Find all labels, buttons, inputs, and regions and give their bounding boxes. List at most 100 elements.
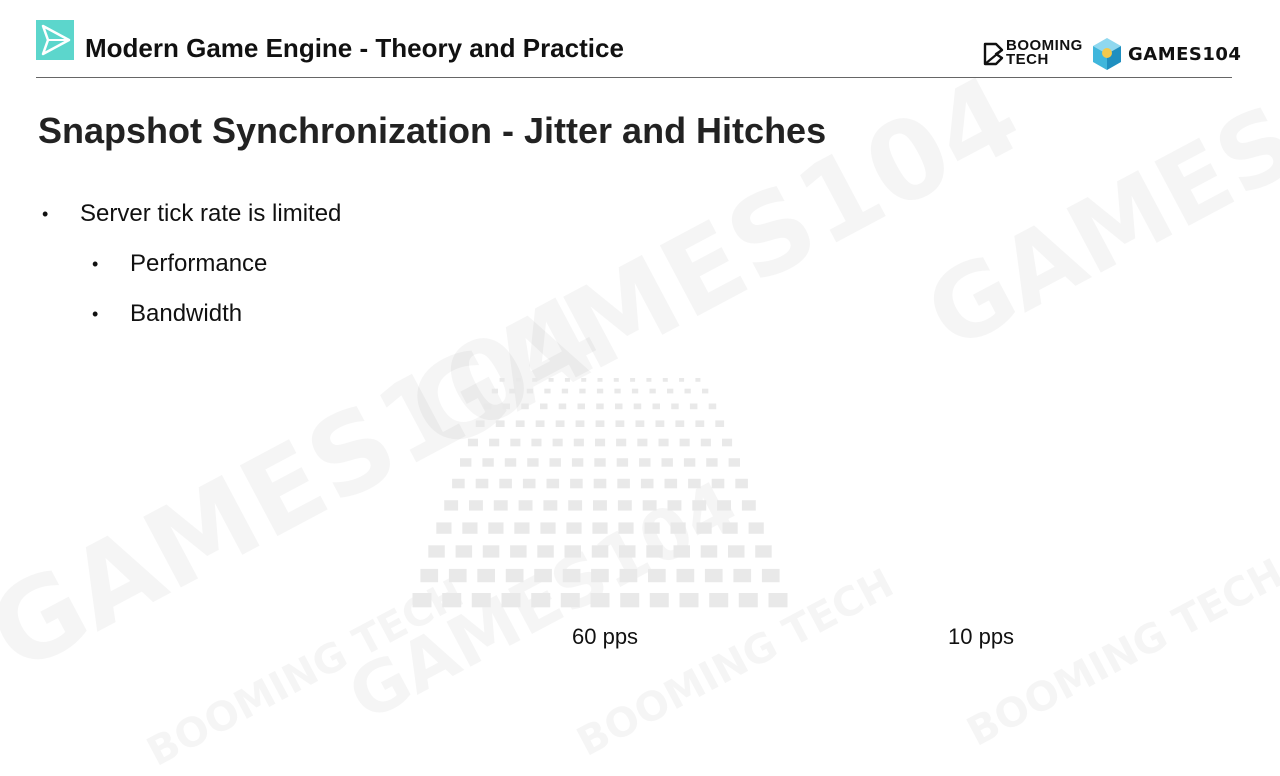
grid-block [531, 438, 542, 447]
grid-block [460, 458, 472, 467]
grid-block [549, 458, 561, 467]
grid-block [526, 388, 533, 394]
grid-block [477, 568, 495, 583]
grid-block [661, 458, 673, 467]
grid-block [462, 522, 478, 534]
grid-block [444, 500, 459, 511]
grid-block [475, 478, 489, 489]
grid-block [620, 593, 640, 608]
grid-block [540, 522, 556, 534]
grid-block [676, 568, 695, 583]
grid-block [733, 568, 752, 583]
grid-block [662, 378, 668, 382]
grid-block [515, 378, 521, 382]
grid-block [593, 500, 607, 511]
grid-block [728, 458, 740, 467]
grid-block [644, 522, 660, 534]
grid-block [688, 478, 701, 489]
grid-block [617, 478, 630, 489]
grid-block [704, 568, 723, 583]
grid-block [702, 388, 709, 394]
grid-block [592, 522, 608, 534]
grid-block [595, 420, 605, 427]
grid-block [493, 500, 508, 511]
grid-block [566, 522, 582, 534]
grid-block [501, 593, 521, 608]
grid-block [619, 568, 638, 583]
grid-block [571, 458, 584, 467]
grid-block [561, 388, 569, 394]
grid-block [558, 403, 567, 410]
grid-block [596, 388, 604, 394]
grid-block [564, 378, 570, 382]
grid-block [532, 378, 538, 382]
grid-block [596, 403, 604, 410]
grid-block [509, 388, 516, 394]
grid-block [614, 388, 621, 394]
grid-block [495, 420, 505, 427]
grid-block [717, 500, 731, 511]
watermark-brand: BOOMING TECH [960, 550, 1280, 755]
sub-bullet-bandwidth: Bandwidth [130, 300, 243, 327]
grid-block [448, 568, 467, 583]
grid-block [455, 545, 473, 558]
sub-bullet-dot: • [92, 254, 99, 274]
grid-block [595, 438, 606, 447]
grid-block [664, 478, 678, 489]
grid-block [695, 420, 705, 427]
grid-block [514, 522, 530, 534]
grid-block [667, 500, 682, 511]
grid-block [581, 378, 587, 382]
grid-block [535, 420, 545, 427]
grid-block [673, 545, 690, 558]
grid-block [755, 545, 772, 558]
sub-bullet-dot: • [92, 304, 99, 324]
grid-block [521, 403, 529, 410]
grid-block [655, 420, 665, 427]
grid-block [442, 593, 462, 608]
grid-block [700, 545, 718, 558]
grid-block [722, 438, 733, 447]
grid-block [616, 438, 627, 447]
grid-block [482, 545, 500, 558]
grid-block [570, 478, 583, 489]
grid-block [738, 593, 758, 608]
grid-block [491, 388, 498, 394]
grid-block [671, 403, 679, 410]
grid-block [471, 593, 491, 608]
grid-block [615, 420, 625, 427]
slide-title: Snapshot Synchronization - Jitter and Hi… [38, 110, 827, 151]
grid-block [510, 545, 527, 558]
grid-block [534, 568, 552, 583]
grid-block [667, 388, 674, 394]
grid-block [436, 522, 452, 534]
grid-block [679, 378, 685, 382]
grid-block [544, 388, 551, 394]
grid-block [573, 438, 584, 447]
grid-block [649, 388, 656, 394]
grid-block [689, 403, 698, 410]
grid-block [540, 403, 548, 410]
grid-block [618, 522, 634, 534]
grid-block [579, 388, 586, 394]
booming-tech-logo-icon [983, 42, 1004, 66]
grid-block [646, 545, 663, 558]
grid-block [564, 545, 581, 558]
grid-block [637, 438, 648, 447]
grid-block [504, 458, 517, 467]
grid-block [568, 500, 583, 511]
grid-block [631, 388, 639, 394]
grid-block [652, 403, 660, 410]
grid-block [735, 478, 748, 489]
grid-block [700, 438, 711, 447]
grid-block [741, 500, 756, 511]
grid-block [475, 420, 485, 427]
grid-block [658, 438, 669, 447]
booming-tech-wordmark: BOOMING TECH [1006, 37, 1083, 68]
games104-wordmark: GAMES104 [1128, 44, 1242, 65]
grid-block [594, 458, 606, 467]
grid-block [728, 545, 745, 558]
bullet-server-tick-rate: Server tick rate is limited [80, 200, 342, 227]
grid-block [412, 593, 432, 608]
header-divider [36, 77, 1232, 78]
